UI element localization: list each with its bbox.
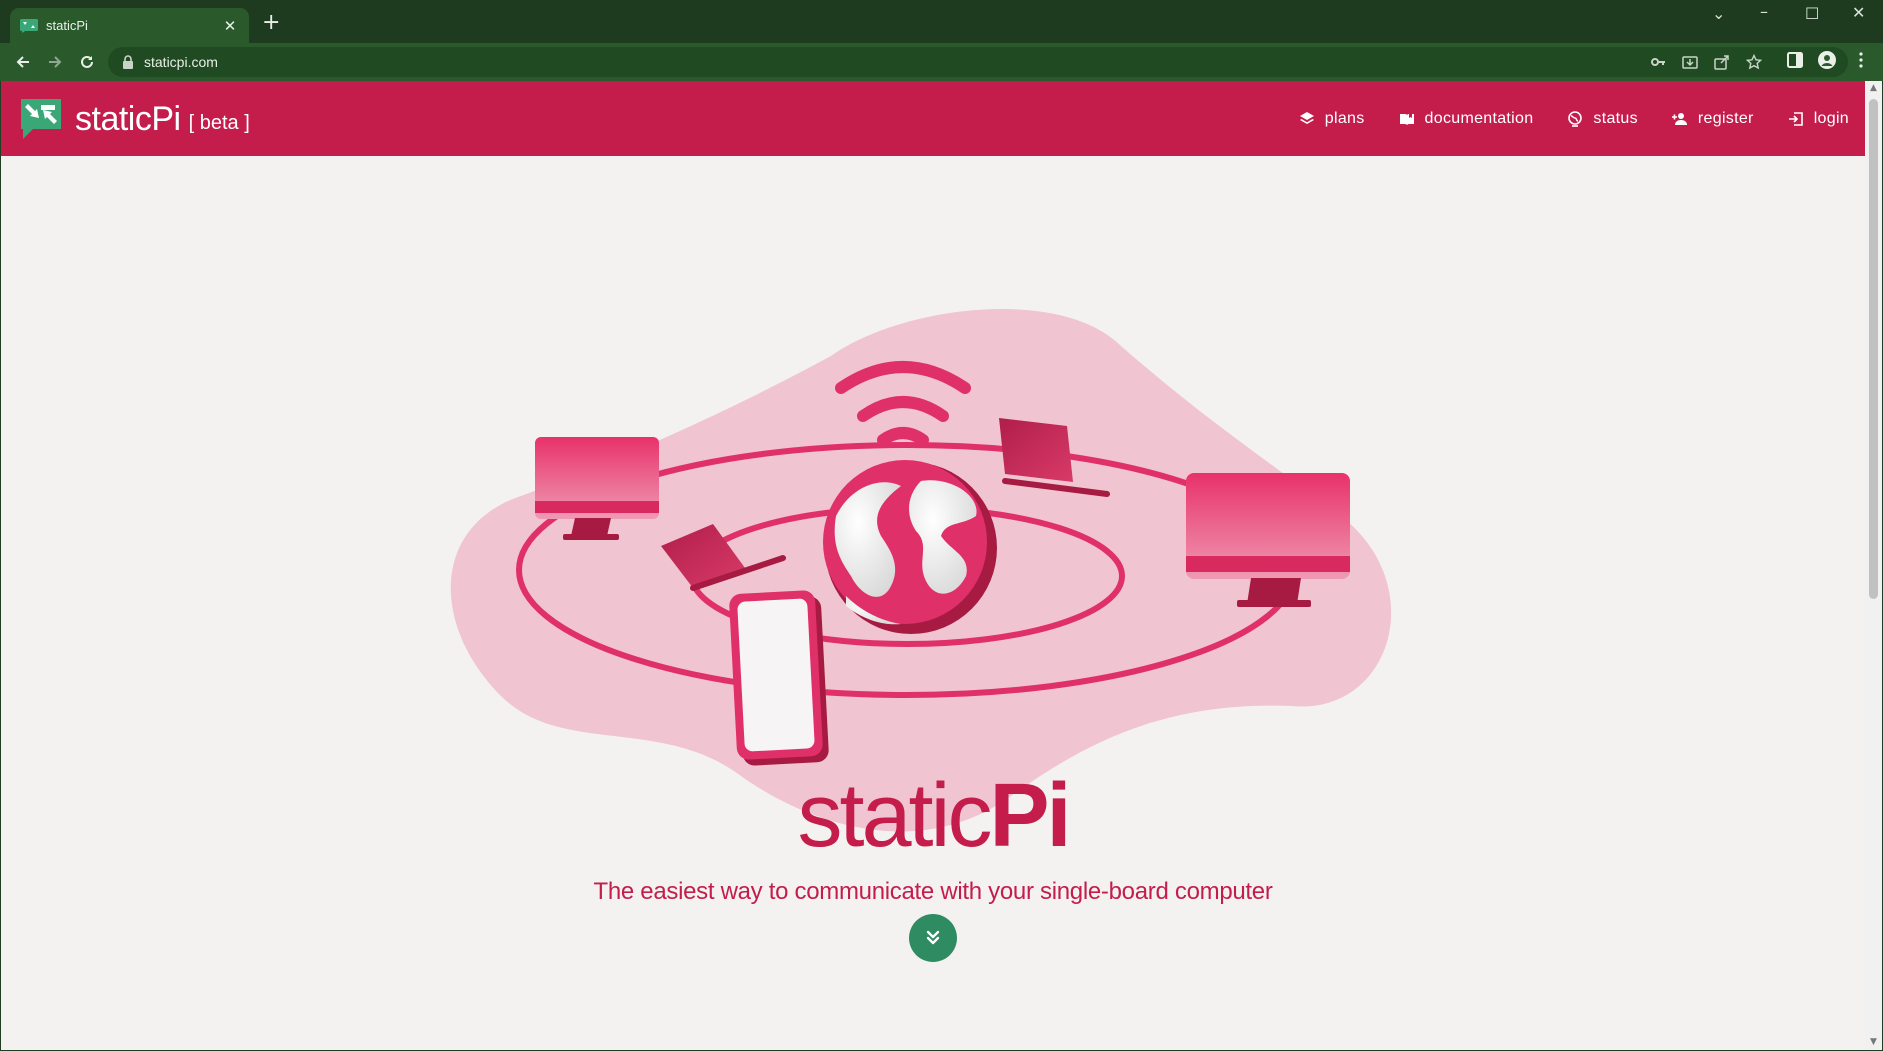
reload-button[interactable] xyxy=(76,51,98,73)
forward-arrow-icon xyxy=(49,56,62,68)
bookmark-star-icon[interactable] xyxy=(1746,54,1762,70)
reload-icon xyxy=(81,55,93,68)
browser-menu-icon[interactable] xyxy=(1852,51,1870,69)
user-plus-icon xyxy=(1671,112,1687,125)
profile-avatar-icon[interactable] xyxy=(1818,51,1836,69)
brand-name: staticPi xyxy=(75,99,181,138)
hero-title-light: static xyxy=(797,766,992,866)
lock-icon xyxy=(123,55,133,69)
nav-label: documentation xyxy=(1424,109,1534,127)
key-icon[interactable] xyxy=(1650,54,1666,70)
beta-badge: [ beta ] xyxy=(188,111,250,134)
nav-label: register xyxy=(1697,109,1754,127)
book-icon xyxy=(1399,113,1414,125)
url-text: staticpi.com xyxy=(144,54,218,70)
nav-plans-link[interactable]: plans xyxy=(1299,110,1365,128)
nav-status-link[interactable]: status xyxy=(1567,110,1638,128)
site-header: staticPi [ beta ] plans documentation st… xyxy=(1,81,1865,156)
globe-icon xyxy=(1568,110,1583,127)
maximize-icon[interactable]: ☐ xyxy=(1805,4,1819,23)
tab-title: staticPi xyxy=(46,18,88,33)
browser-toolbar: staticpi.com xyxy=(0,43,1883,81)
hero-subtitle: The easiest way to communicate with your… xyxy=(593,878,1273,905)
nav-label: login xyxy=(1813,109,1849,127)
layers-icon xyxy=(1299,111,1314,124)
hero-title: staticPi xyxy=(1,766,1865,866)
main-nav: plans documentation status register logi… xyxy=(1265,81,1849,156)
staticpi-logo-icon xyxy=(21,99,61,139)
tab-close-icon[interactable]: ✕ xyxy=(221,17,239,35)
close-window-icon[interactable]: ✕ xyxy=(1852,3,1865,22)
tab-search-icon[interactable]: ⌄ xyxy=(1712,4,1725,23)
brand-home-link[interactable]: staticPi [ beta ] xyxy=(17,95,250,143)
new-tab-button[interactable]: + xyxy=(262,12,280,34)
scroll-down-button[interactable] xyxy=(909,914,957,962)
smartphone xyxy=(729,590,829,766)
nav-login-link[interactable]: login xyxy=(1788,110,1849,128)
share-icon[interactable] xyxy=(1714,54,1730,70)
web-page: staticPi [ beta ] plans documentation st… xyxy=(1,81,1865,1050)
nav-label: status xyxy=(1593,109,1638,127)
side-panel-icon[interactable] xyxy=(1786,51,1804,69)
address-bar[interactable]: staticpi.com xyxy=(108,47,1848,77)
back-arrow-icon xyxy=(16,56,29,68)
staticpi-favicon-icon xyxy=(20,18,38,33)
back-button[interactable] xyxy=(12,51,34,73)
minimize-icon[interactable]: – xyxy=(1760,2,1768,21)
browser-tab[interactable]: staticPi ✕ xyxy=(10,8,249,43)
browser-tabstrip: staticPi ✕ + ⌄ – ☐ ✕ xyxy=(0,0,1883,43)
scroll-down-arrow-icon[interactable]: ▼ xyxy=(1869,1038,1878,1047)
forward-button[interactable] xyxy=(44,51,66,73)
nav-label: plans xyxy=(1324,109,1365,127)
nav-register-link[interactable]: register xyxy=(1671,109,1754,128)
double-chevron-down-icon xyxy=(926,930,940,945)
hero-title-bold: Pi xyxy=(989,766,1072,866)
scrollbar-thumb[interactable] xyxy=(1869,99,1878,599)
install-app-icon[interactable] xyxy=(1682,54,1698,70)
nav-documentation-link[interactable]: documentation xyxy=(1399,110,1534,128)
login-icon xyxy=(1788,111,1803,126)
scroll-up-arrow-icon[interactable]: ▲ xyxy=(1869,84,1878,93)
network-illustration xyxy=(450,308,1392,832)
page-scrollbar[interactable]: ▲ ▼ xyxy=(1865,81,1882,1050)
